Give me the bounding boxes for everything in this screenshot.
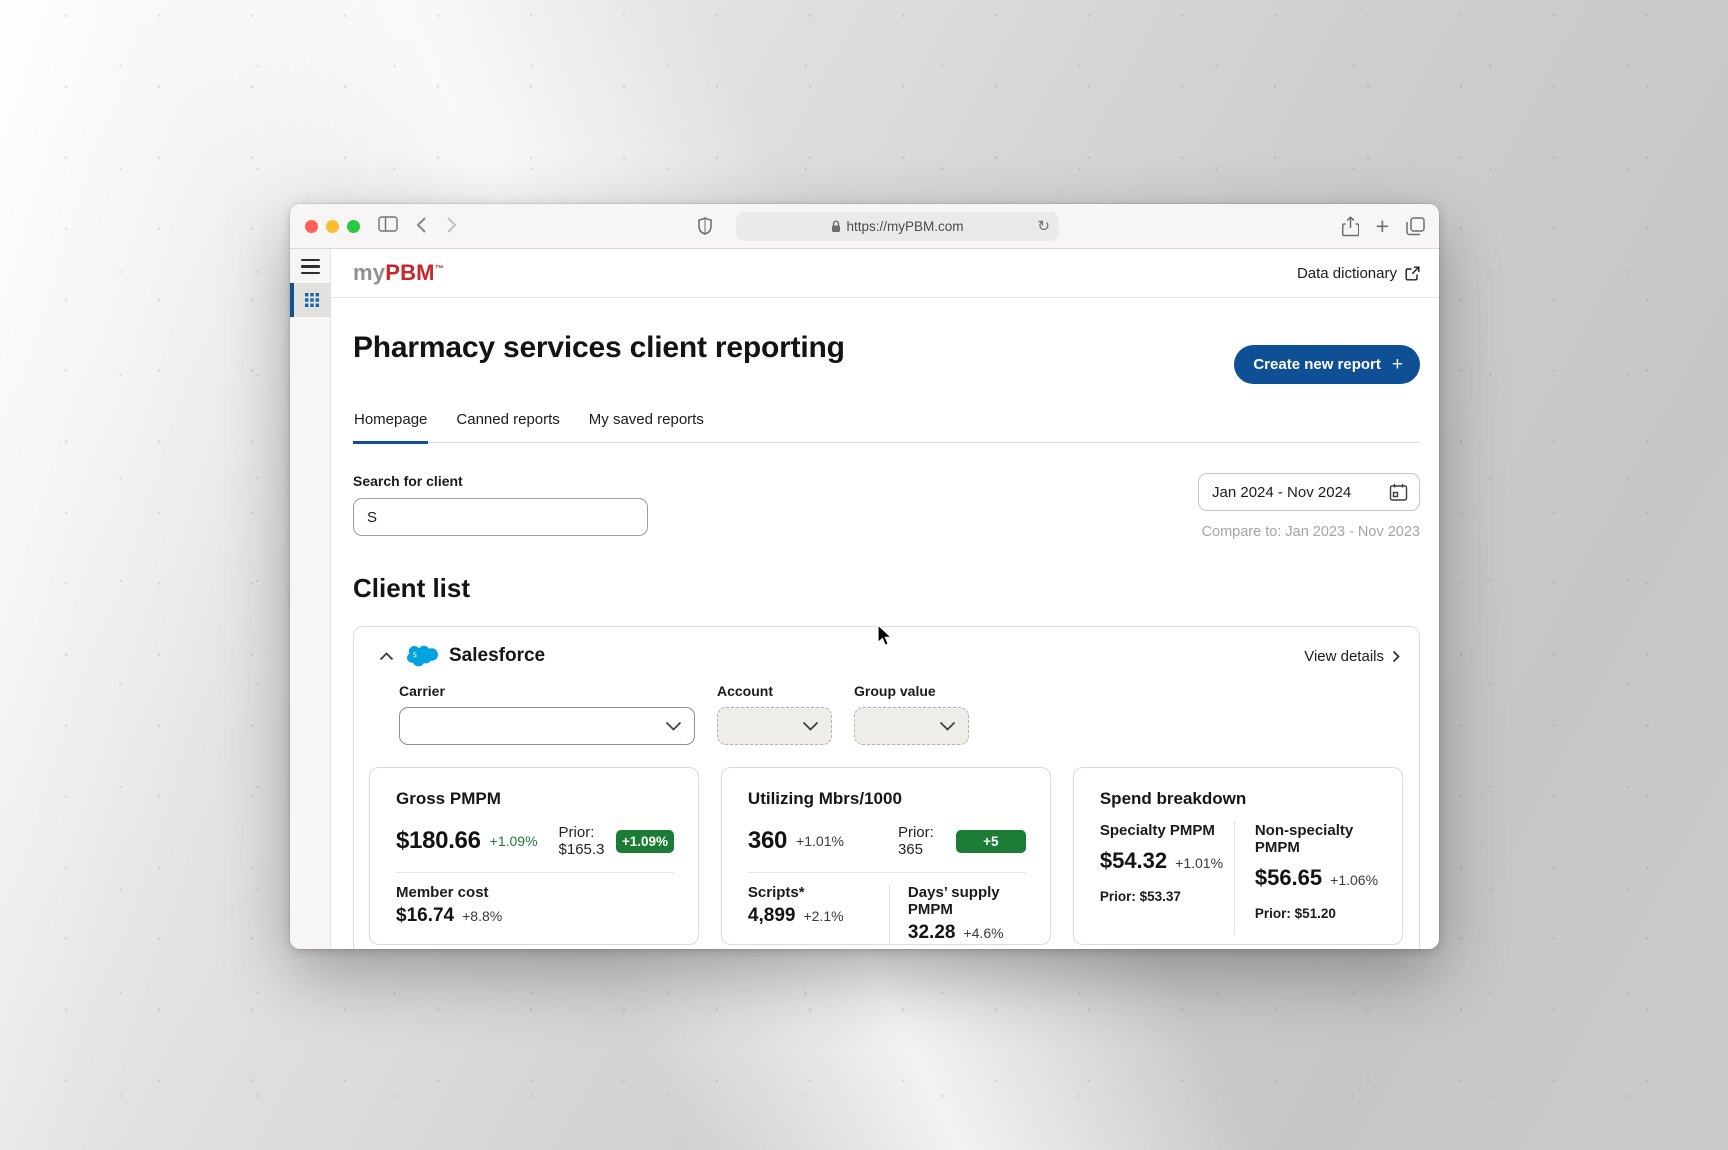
days-supply-block: Days’ supply PMPM 32.28 +4.6% <box>889 884 1026 944</box>
tab-homepage[interactable]: Homepage <box>353 411 428 444</box>
carrier-filter: Carrier <box>399 683 695 745</box>
forward-icon[interactable] <box>446 216 457 234</box>
data-dictionary-label: Data dictionary <box>1297 265 1397 282</box>
page-title: Pharmacy services client reporting <box>353 331 845 365</box>
gross-pmpm-badge: +1.09% <box>616 830 674 853</box>
search-input[interactable] <box>353 498 648 536</box>
sidebar-toggle-icon[interactable] <box>378 216 398 232</box>
chevron-down-icon <box>665 721 682 731</box>
chevron-down-icon <box>939 721 956 731</box>
non-specialty-block: Non-specialty PMPM $56.65 +1.06% Prior: … <box>1234 822 1378 935</box>
tab-my-saved-reports[interactable]: My saved reports <box>588 411 705 442</box>
zoom-window-button[interactable] <box>347 220 360 233</box>
client-list-heading: Client list <box>353 573 1420 604</box>
metric-card-gross-pmpm: Gross PMPM $180.66 +1.09% Prior: $165.3 … <box>369 767 699 945</box>
date-range-block: Jan 2024 - Nov 2024 Compare to: Jan 2023… <box>1198 473 1420 540</box>
tab-bar: Homepage Canned reports My saved reports <box>353 411 1420 443</box>
account-select[interactable] <box>717 707 832 745</box>
close-window-button[interactable] <box>305 220 318 233</box>
client-card-salesforce: Salesforce View details Carrier <box>353 626 1420 949</box>
toolbar-right-icons: + <box>1342 204 1425 249</box>
client-filters: Carrier Account Group valu <box>399 683 1403 745</box>
new-tab-icon[interactable]: + <box>1376 215 1389 238</box>
app-sidebar <box>290 249 331 949</box>
mypbm-logo: myPBM™ <box>353 260 444 286</box>
traffic-lights <box>305 220 360 233</box>
account-filter: Account <box>717 683 832 745</box>
group-value-filter: Group value <box>854 683 969 745</box>
compare-range-text: Compare to: Jan 2023 - Nov 2023 <box>1198 524 1420 540</box>
reload-icon[interactable]: ↻ <box>1037 217 1050 235</box>
chevron-right-icon <box>1392 650 1400 663</box>
browser-window: https://myPBM.com ↻ + <box>290 204 1439 949</box>
group-value-select[interactable] <box>854 707 969 745</box>
external-link-icon <box>1405 266 1420 281</box>
tab-canned-reports[interactable]: Canned reports <box>455 411 560 442</box>
hamburger-icon[interactable] <box>301 259 320 278</box>
plus-icon: + <box>1392 355 1403 374</box>
metric-cards: Gross PMPM $180.66 +1.09% Prior: $165.3 … <box>369 767 1403 945</box>
salesforce-logo <box>407 645 438 667</box>
gross-pmpm-value: $180.66 <box>396 827 481 855</box>
tabs-overview-icon[interactable] <box>1406 217 1425 236</box>
calendar-icon <box>1389 483 1408 502</box>
data-dictionary-link[interactable]: Data dictionary <box>1297 265 1420 282</box>
collapse-chevron-up-icon[interactable] <box>379 652 394 661</box>
address-bar[interactable]: https://myPBM.com ↻ <box>736 212 1059 241</box>
back-icon[interactable] <box>416 216 427 234</box>
grid-icon <box>305 293 319 307</box>
metric-card-spend-breakdown: Spend breakdown Specialty PMPM $54.32 +1… <box>1073 767 1403 945</box>
search-label: Search for client <box>353 473 648 489</box>
utilizing-value: 360 <box>748 827 787 855</box>
lock-icon <box>831 220 841 233</box>
app-header: myPBM™ Data dictionary <box>331 249 1439 298</box>
client-name: Salesforce <box>449 645 545 667</box>
minimize-window-button[interactable] <box>326 220 339 233</box>
carrier-select[interactable] <box>399 707 695 745</box>
gross-pmpm-prior: Prior: $165.3 <box>559 824 616 858</box>
utilizing-prior: Prior: 365 <box>898 824 956 858</box>
app-frame: myPBM™ Data dictionary Pharmacy services… <box>290 249 1439 949</box>
create-new-report-button[interactable]: Create new report + <box>1234 345 1420 384</box>
browser-toolbar: https://myPBM.com ↻ + <box>290 204 1439 249</box>
page-content: Pharmacy services client reporting Creat… <box>331 298 1439 949</box>
share-icon[interactable] <box>1342 216 1359 237</box>
metric-card-utilizing-mbrs: Utilizing Mbrs/1000 360 +1.01% Prior: 36… <box>721 767 1051 945</box>
utilizing-badge: +5 <box>956 830 1026 853</box>
client-search: Search for client <box>353 473 648 536</box>
view-details-link[interactable]: View details <box>1304 648 1400 665</box>
sidebar-item-apps[interactable] <box>290 283 330 317</box>
app-main: myPBM™ Data dictionary Pharmacy services… <box>331 249 1439 949</box>
chevron-down-icon <box>802 721 819 731</box>
date-range-picker[interactable]: Jan 2024 - Nov 2024 <box>1198 473 1420 511</box>
specialty-block: Specialty PMPM $54.32 +1.01% Prior: $53.… <box>1100 822 1234 935</box>
shield-icon[interactable] <box>698 217 712 235</box>
scripts-block: Scripts* 4,899 +2.1% <box>748 884 889 944</box>
date-range-value: Jan 2024 - Nov 2024 <box>1212 484 1351 501</box>
utilizing-change: +1.01% <box>796 833 844 849</box>
gross-pmpm-change: +1.09% <box>490 833 538 849</box>
url-text: https://myPBM.com <box>846 219 963 234</box>
